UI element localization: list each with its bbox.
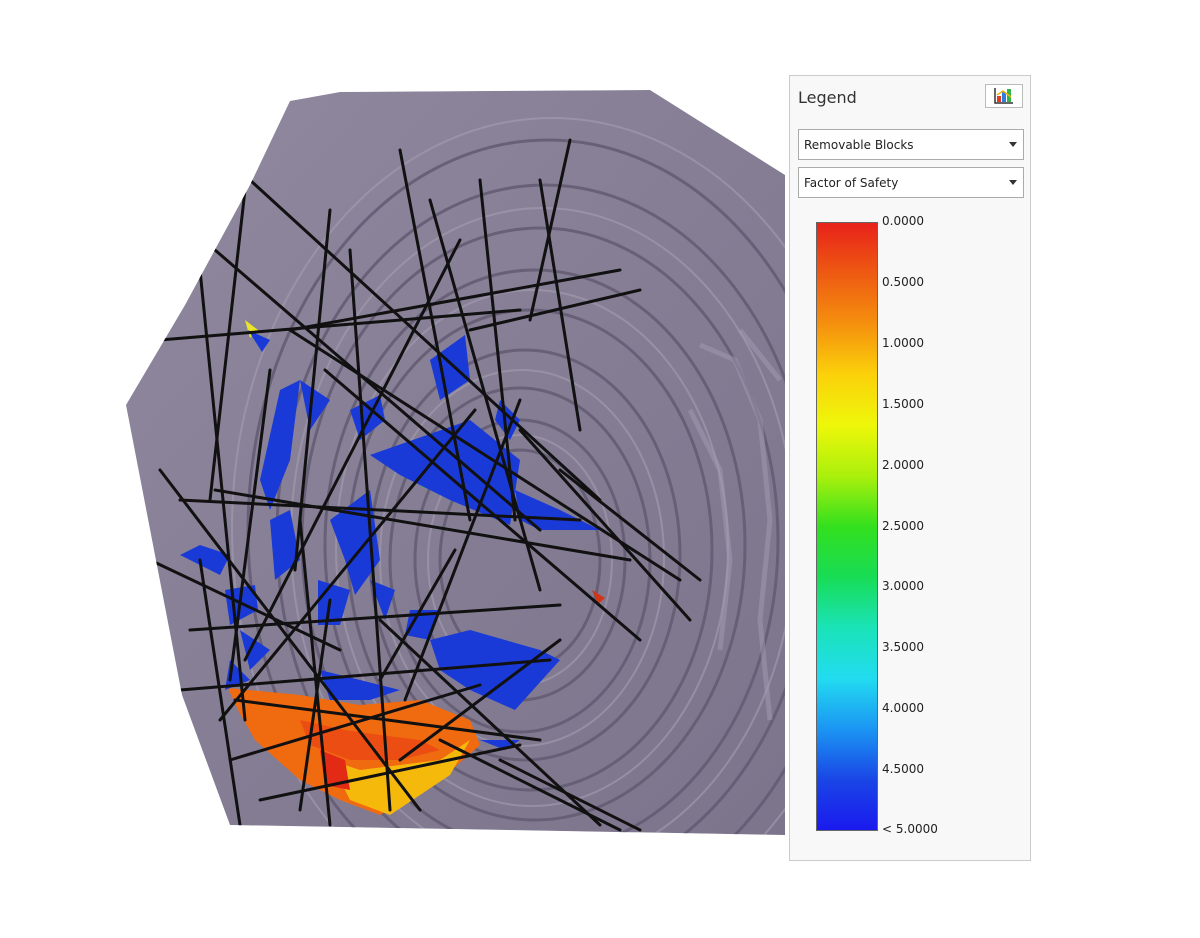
- color-scale-bar: [816, 222, 878, 831]
- scale-tick-label: 0.5000: [882, 274, 924, 289]
- block-type-dropdown-value: Removable Blocks: [804, 138, 914, 152]
- chevron-down-icon: [1009, 142, 1017, 147]
- legend-title: Legend: [798, 88, 857, 107]
- chevron-down-icon: [1009, 180, 1017, 185]
- scale-tick-label: 4.0000: [882, 701, 924, 716]
- scale-tick-label: < 5.0000: [882, 822, 938, 836]
- scale-tick-label: 2.5000: [882, 518, 924, 533]
- scale-tick-label: 0.0000: [882, 214, 924, 228]
- scale-tick-label: 1.0000: [882, 335, 924, 350]
- scale-tick-label: 2.0000: [882, 457, 924, 472]
- scale-tick-label: 3.5000: [882, 640, 924, 655]
- scale-tick-label: 4.5000: [882, 762, 924, 777]
- result-type-dropdown[interactable]: Factor of Safety: [798, 167, 1024, 198]
- result-type-dropdown-value: Factor of Safety: [804, 176, 899, 190]
- scale-tick-label: 1.5000: [882, 396, 924, 411]
- scale-tick-label: 3.0000: [882, 579, 924, 594]
- block-type-dropdown[interactable]: Removable Blocks: [798, 129, 1024, 160]
- legend-panel: Legend Removable Blocks Factor of Safety…: [789, 75, 1031, 861]
- legend-chart-icon: [994, 88, 1013, 104]
- legend-settings-button[interactable]: [985, 84, 1023, 108]
